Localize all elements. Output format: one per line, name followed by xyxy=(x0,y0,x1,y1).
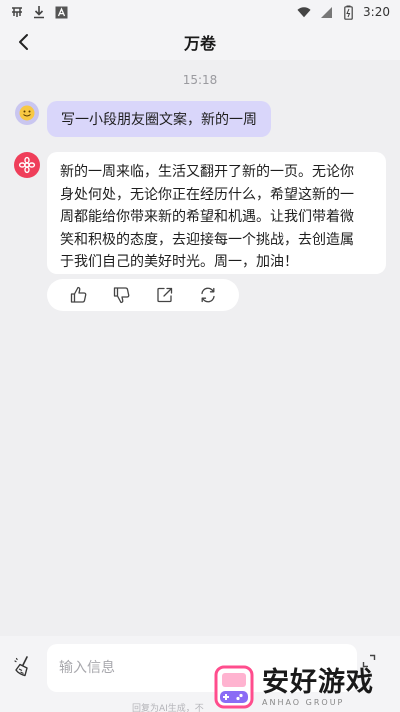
status-right: 3:20 xyxy=(297,5,390,20)
status-bar: 3:20 xyxy=(0,0,400,24)
ai-message-line: 笑和积极的态度，去迎接每一个挑战，去创造属 xyxy=(60,231,354,248)
status-time: 3:20 xyxy=(363,5,390,19)
signal-icon xyxy=(319,5,333,19)
chevron-left-icon xyxy=(19,34,28,50)
status-left xyxy=(10,5,68,19)
broom-icon xyxy=(14,656,28,677)
clear-chat-button[interactable] xyxy=(12,654,36,678)
watermark: 安好游戏 ANHAO GROUP xyxy=(212,662,400,712)
app-header: 万卷 xyxy=(0,24,400,60)
regenerate-icon xyxy=(200,287,215,303)
a-icon xyxy=(54,5,68,19)
like-button[interactable] xyxy=(68,284,90,306)
user-avatar xyxy=(15,101,39,125)
share-button[interactable] xyxy=(154,284,176,306)
gamepad-logo-icon xyxy=(214,665,254,709)
battery-icon xyxy=(341,5,355,20)
smiley-icon xyxy=(19,105,35,121)
user-message-text: 写一小段朋友圈文案，新的一周 xyxy=(61,112,257,128)
share-icon xyxy=(156,287,172,303)
flower-logo-icon xyxy=(18,156,36,174)
regenerate-button[interactable] xyxy=(197,284,219,306)
thumbs-up-icon xyxy=(70,286,86,303)
ai-message-line: 身处何处，无论你正在经历什么，希望这新的一 xyxy=(60,186,354,203)
watermark-subtitle: ANHAO GROUP xyxy=(262,697,345,707)
wifi-icon xyxy=(297,5,311,19)
download-icon xyxy=(32,5,46,19)
ai-message-line: 周都能给你带来新的希望和机遇。让我们带着微 xyxy=(60,209,354,225)
watermark-text: 安好游戏 ANHAO GROUP xyxy=(262,666,374,707)
user-message-bubble: 写一小段朋友圈文案，新的一周 xyxy=(47,101,271,137)
ai-disclaimer: 回复为AI生成，不 xyxy=(132,704,204,712)
ai-message-line: 新的一周来临，生活又翻开了新的一页。无论你 xyxy=(60,164,354,180)
thumbs-down-icon xyxy=(113,287,129,304)
message-timestamp: 15:18 xyxy=(182,73,218,87)
watermark-title: 安好游戏 xyxy=(262,666,374,698)
ai-message-bubble: 新的一周来临，生活又翻开了新的一页。无论你 身处何处，无论你正在经历什么，希望这… xyxy=(47,152,386,274)
ai-avatar xyxy=(14,152,40,178)
back-button[interactable] xyxy=(12,30,36,54)
page-title: 万卷 xyxy=(183,34,216,53)
message-action-bar xyxy=(47,279,239,311)
app-icon xyxy=(10,5,24,19)
ai-message-line: 于我们自己的美好时光。周一，加油！ xyxy=(60,254,298,270)
dislike-button[interactable] xyxy=(111,284,133,306)
